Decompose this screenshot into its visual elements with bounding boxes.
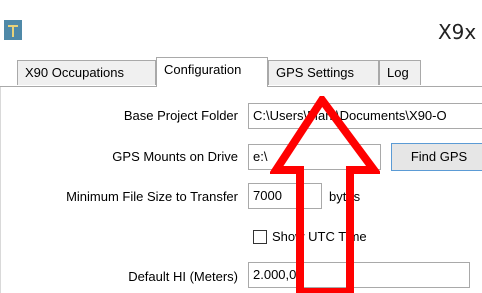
base-folder-label: Base Project Folder — [123, 108, 238, 123]
gps-drive-label: GPS Mounts on Drive — [112, 149, 238, 164]
title-bar: X9x D — [0, 0, 482, 56]
tab-gps-settings[interactable]: GPS Settings — [268, 60, 379, 85]
show-utc-label: Show UTC Time — [272, 229, 367, 244]
base-folder-field[interactable]: C:\Users\Mark\Documents\X90-O — [248, 103, 482, 129]
tab-log[interactable]: Log — [379, 60, 421, 85]
app-icon — [4, 20, 22, 40]
show-utc-checkbox[interactable] — [253, 230, 267, 244]
configuration-panel: Base Project Folder C:\Users\Mark\Docume… — [0, 87, 482, 293]
tab-configuration[interactable]: Configuration — [156, 57, 268, 87]
tab-x90-occupations[interactable]: X90 Occupations — [17, 60, 156, 85]
window-title: X9x D — [437, 20, 482, 44]
min-size-unit-label: bytes — [329, 189, 361, 204]
default-hi-field[interactable]: 2.000,0 — [248, 262, 470, 288]
gps-drive-field[interactable]: e:\ — [248, 144, 381, 170]
min-size-field[interactable]: 7000 — [248, 183, 322, 209]
find-gps-button[interactable]: Find GPS — [391, 143, 482, 171]
tab-strip: X90 Occupations Configuration GPS Settin… — [0, 56, 482, 87]
default-hi-label: Default HI (Meters) — [128, 269, 238, 284]
min-size-label: Minimum File Size to Transfer — [66, 189, 238, 204]
